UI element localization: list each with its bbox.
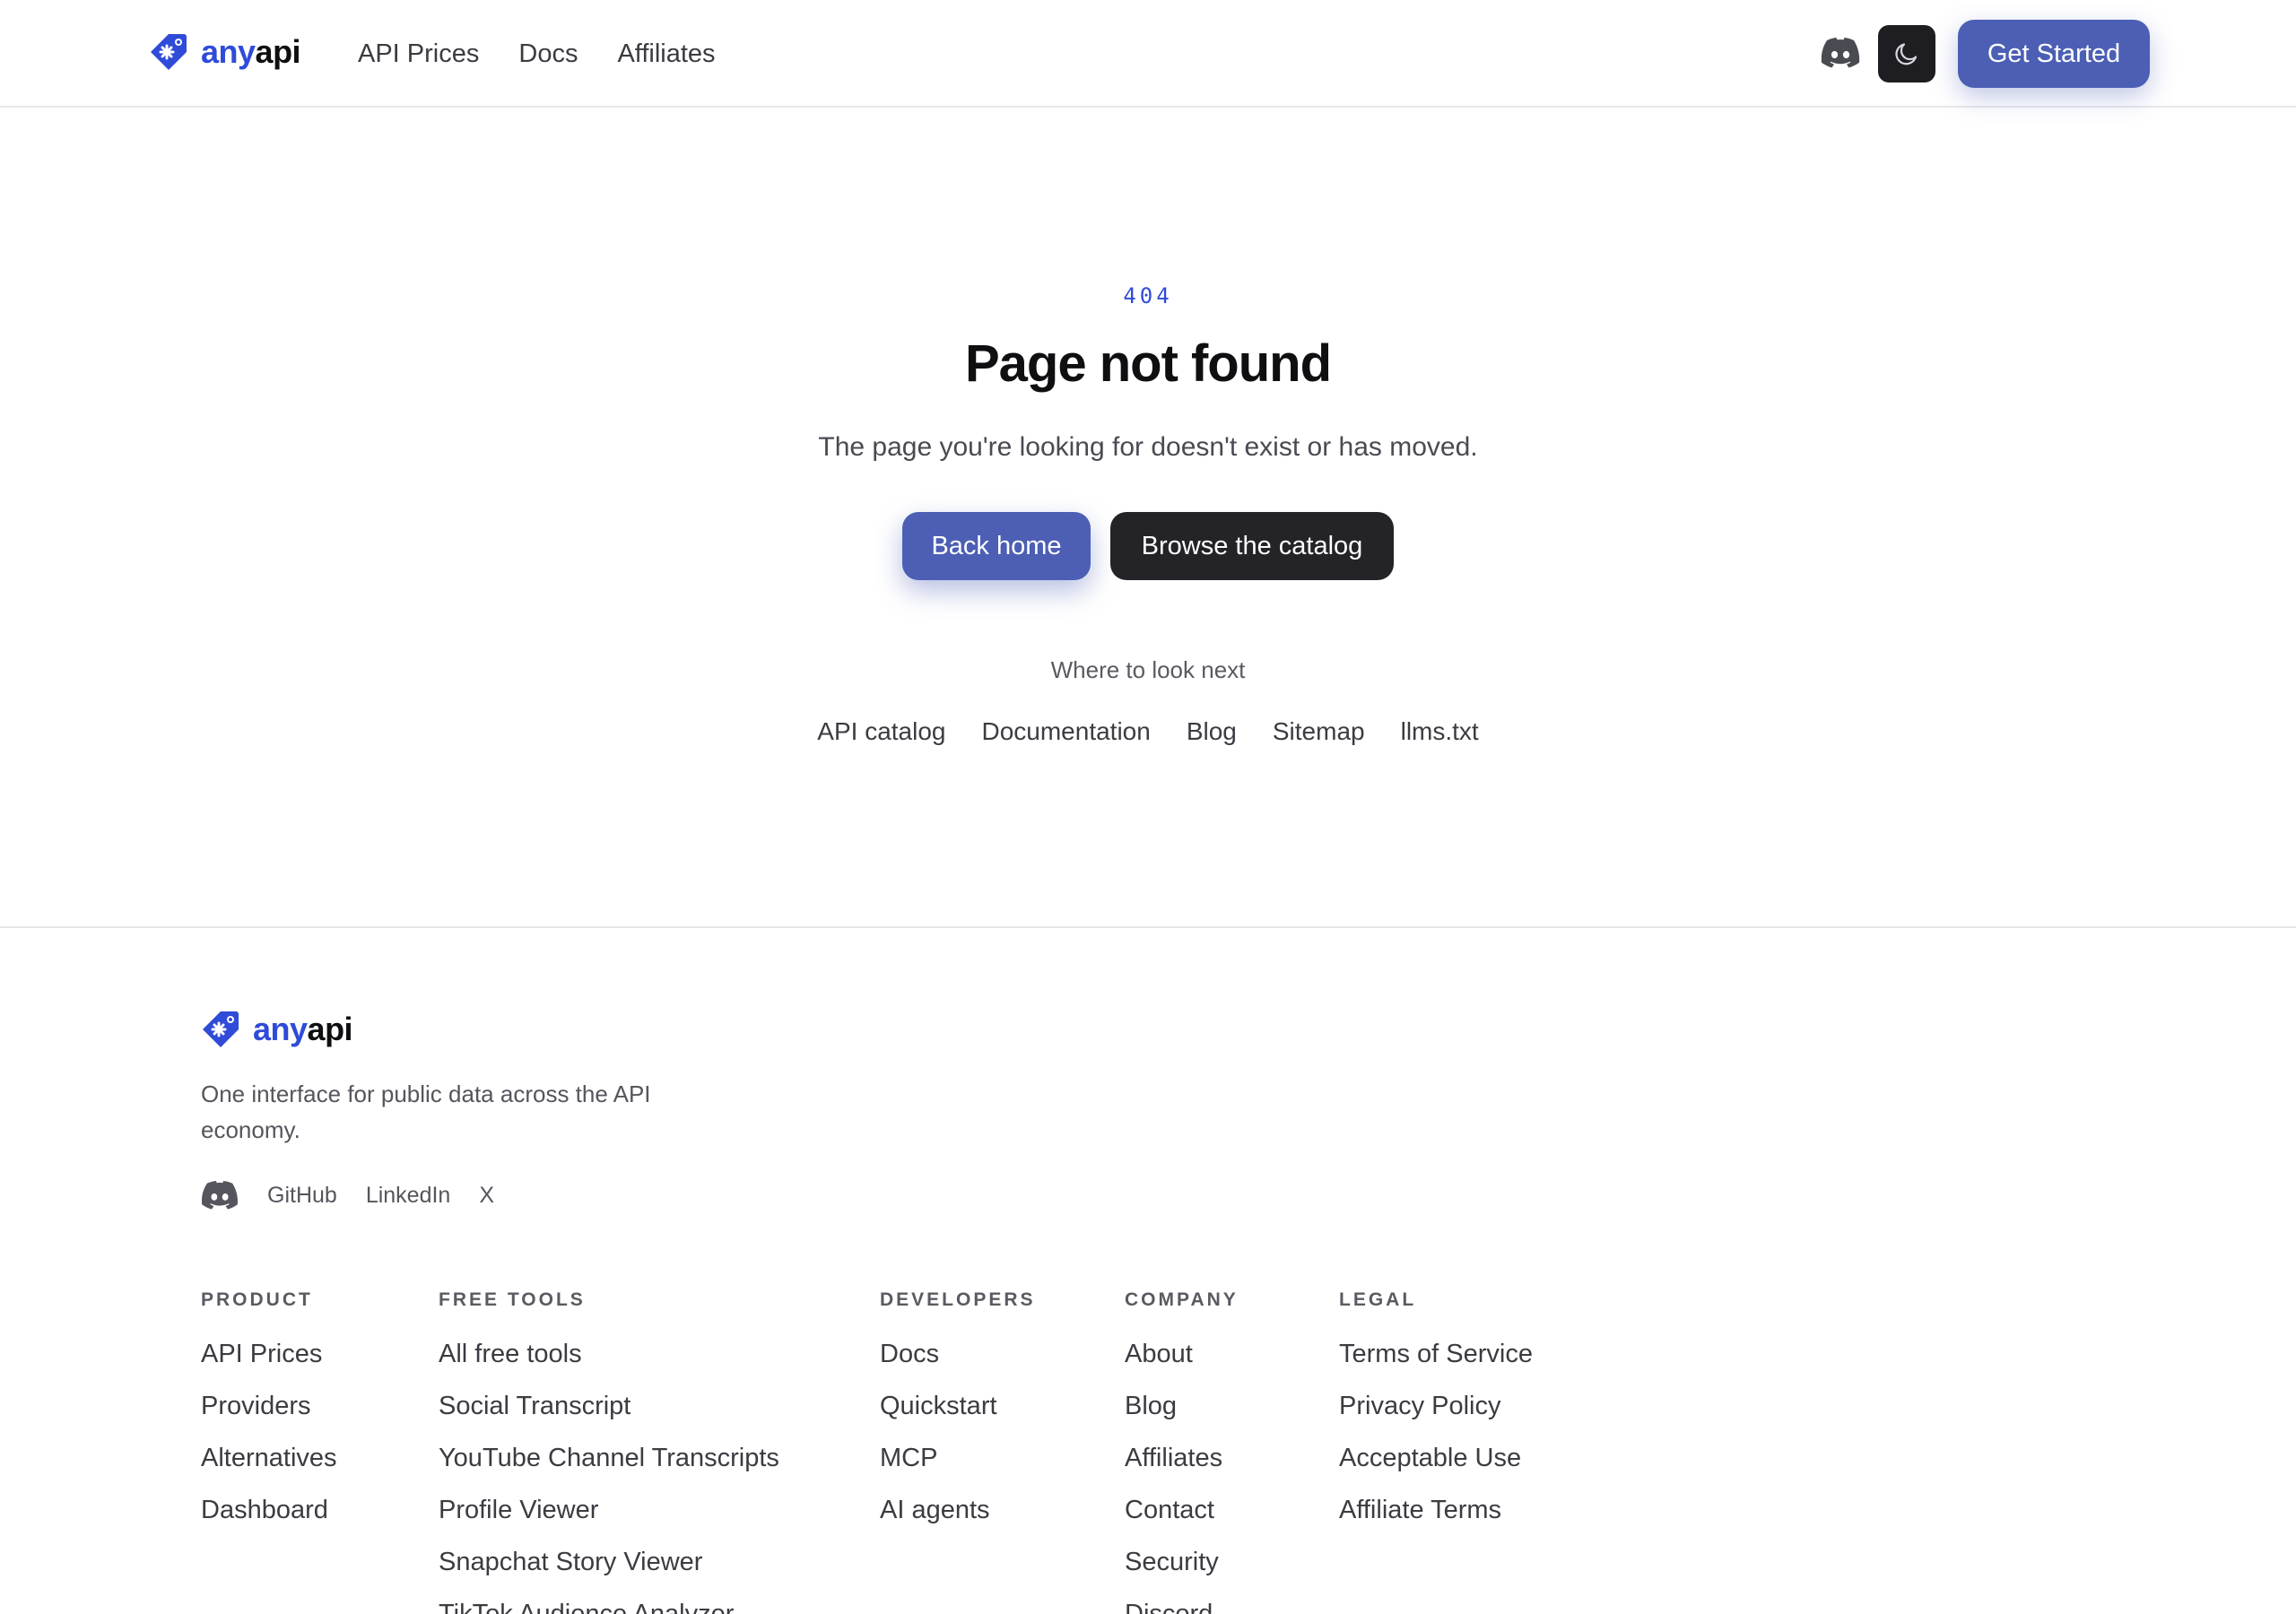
discord-icon[interactable] [201, 1180, 239, 1210]
where-next-label: Where to look next [1050, 656, 1246, 683]
footer-link[interactable]: All free tools [439, 1338, 779, 1390]
footer-col-legal: LEGAL Terms of Service Privacy Policy Ac… [1339, 1289, 1533, 1546]
nav-docs[interactable]: Docs [518, 39, 578, 69]
social-github[interactable]: GitHub [267, 1183, 337, 1209]
footer-link[interactable]: About [1125, 1338, 1239, 1390]
footer-link[interactable]: TikTok Audience Analyzer [439, 1598, 779, 1614]
footer-col-company: COMPANY About Blog Affiliates Contact Se… [1125, 1289, 1239, 1614]
footer-col-heading: FREE TOOLS [439, 1289, 586, 1310]
where-next-links: API catalog Documentation Blog Sitemap l… [0, 717, 2296, 746]
action-buttons: Back home Browse the catalog [0, 512, 2296, 580]
footer-link[interactable]: API Prices [201, 1338, 337, 1390]
footer-link[interactable]: Acceptable Use [1339, 1442, 1533, 1494]
footer-col-heading: COMPANY [1125, 1289, 1239, 1310]
footer-link[interactable]: Terms of Service [1339, 1338, 1533, 1390]
footer-col-heading: LEGAL [1339, 1289, 1417, 1310]
moon-icon [1895, 43, 1918, 65]
footer-link[interactable]: Affiliates [1125, 1442, 1239, 1494]
social-linkedin[interactable]: LinkedIn [366, 1183, 451, 1209]
footer-link[interactable]: Docs [880, 1338, 1036, 1390]
brand-any: any [201, 33, 256, 70]
footer-col-heading: DEVELOPERS [880, 1289, 1036, 1310]
footer-link[interactable]: Discord [1125, 1598, 1239, 1614]
link-api-catalog[interactable]: API catalog [817, 717, 945, 746]
footer-tagline: One interface for public data across the… [201, 1080, 651, 1143]
get-started-button[interactable]: Get Started [1958, 20, 2150, 88]
social-x[interactable]: X [479, 1183, 494, 1209]
nav-api-prices[interactable]: API Prices [358, 39, 479, 69]
brand-api: api [307, 1011, 353, 1047]
site-header: anyapi API Prices Docs Affiliates Get St… [0, 0, 2296, 108]
link-documentation[interactable]: Documentation [981, 717, 1150, 746]
nav-affiliates[interactable]: Affiliates [617, 39, 715, 69]
footer-link[interactable]: Profile Viewer [439, 1494, 779, 1546]
footer-link[interactable]: Security [1125, 1546, 1239, 1598]
link-blog[interactable]: Blog [1187, 717, 1237, 746]
footer-link[interactable]: AI agents [880, 1494, 1036, 1546]
footer-link[interactable]: Privacy Policy [1339, 1390, 1533, 1442]
tag-logo-icon [151, 34, 187, 70]
footer-link[interactable]: Snapchat Story Viewer [439, 1546, 779, 1598]
error-code: 404 [1123, 283, 1173, 308]
footer-brand-logo[interactable]: anyapi [201, 1010, 353, 1049]
footer-link[interactable]: Affiliate Terms [1339, 1494, 1533, 1546]
footer-divider [0, 926, 2296, 928]
link-llms-txt[interactable]: llms.txt [1401, 717, 1479, 746]
footer-link[interactable]: Alternatives [201, 1442, 337, 1494]
link-sitemap[interactable]: Sitemap [1273, 717, 1365, 746]
tag-logo-icon [203, 1011, 239, 1047]
footer-link[interactable]: Providers [201, 1390, 337, 1442]
brand-any: any [253, 1011, 308, 1047]
footer-col-product: PRODUCT API Prices Providers Alternative… [201, 1289, 337, 1546]
footer-col-free-tools: FREE TOOLS All free tools Social Transcr… [439, 1289, 779, 1614]
theme-toggle-button[interactable] [1878, 25, 1935, 82]
footer-link[interactable]: MCP [880, 1442, 1036, 1494]
footer-link[interactable]: Quickstart [880, 1390, 1036, 1442]
footer-brand-wordmark: anyapi [253, 1011, 353, 1048]
footer-link[interactable]: YouTube Channel Transcripts [439, 1442, 779, 1494]
footer-socials: GitHub LinkedIn X [201, 1180, 494, 1210]
browse-catalog-button[interactable]: Browse the catalog [1110, 512, 1394, 580]
back-home-button[interactable]: Back home [902, 512, 1091, 580]
brand-wordmark: anyapi [201, 33, 301, 71]
discord-icon[interactable] [1821, 37, 1860, 69]
footer-col-heading: PRODUCT [201, 1289, 313, 1310]
page-title: Page not found [964, 334, 1332, 393]
footer-link[interactable]: Contact [1125, 1494, 1239, 1546]
brand-api: api [255, 33, 301, 70]
footer-link[interactable]: Blog [1125, 1390, 1239, 1442]
footer-col-developers: DEVELOPERS Docs Quickstart MCP AI agents [880, 1289, 1036, 1546]
footer-link[interactable]: Social Transcript [439, 1390, 779, 1442]
main-nav: API Prices Docs Affiliates [358, 0, 716, 108]
page-subtitle: The page you're looking for doesn't exis… [818, 432, 1478, 462]
brand-logo[interactable]: anyapi [149, 32, 301, 72]
footer-link[interactable]: Dashboard [201, 1494, 337, 1546]
